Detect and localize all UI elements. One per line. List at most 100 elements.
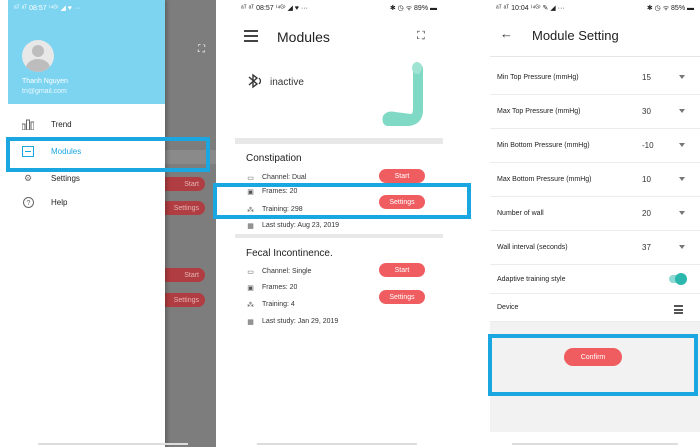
- expand-icon[interactable]: ⛶: [417, 30, 425, 43]
- setting-row[interactable]: Max Top Pressure (mmHg) 30: [490, 96, 700, 129]
- card-divider: [235, 234, 443, 238]
- device-row[interactable]: Device: [490, 294, 700, 322]
- bg-settings-button: Settings: [160, 201, 205, 215]
- menu-icon[interactable]: [244, 30, 258, 45]
- monitor-icon: ▭: [247, 268, 254, 276]
- highlight-modules-menu: [6, 137, 210, 172]
- device-image: [382, 62, 423, 126]
- list-icon[interactable]: [674, 305, 683, 316]
- training-row-2: ⁂ Training: 4: [246, 300, 295, 309]
- phone-screen-drawer: Start Settings Start Settings ⛶ ᵃᵀ ᵃᵀ 08…: [8, 0, 216, 447]
- last-study-text: Last study: Aug 23, 2019: [262, 222, 340, 229]
- settings-button-2[interactable]: Settings: [379, 290, 425, 304]
- setting-value: 37: [642, 243, 651, 252]
- monitor-icon: ▭: [247, 174, 254, 182]
- setting-label: Max Bottom Pressure (mmHg): [497, 176, 592, 183]
- menu-label-settings: Settings: [51, 173, 80, 183]
- device-panel: inactive: [235, 60, 443, 138]
- app-bar: Modules ⛶: [235, 16, 443, 61]
- home-indicator: [38, 443, 188, 445]
- svg-text:?: ?: [26, 200, 30, 207]
- menu-item-trend[interactable]: Trend: [8, 114, 165, 134]
- setting-row[interactable]: Number of wall 20: [490, 198, 700, 231]
- setting-row[interactable]: Min Bottom Pressure (mmHg) -10: [490, 130, 700, 163]
- gear-icon: ⚙: [23, 172, 33, 183]
- last-study-row-2: ▦ Last study: Jan 29, 2019: [246, 317, 338, 326]
- user-name: Thanh Nguyen: [22, 78, 68, 85]
- device-label: Device: [497, 304, 519, 311]
- avatar[interactable]: [22, 40, 54, 72]
- calendar-icon: ▦: [247, 318, 254, 326]
- channel-text-2: Channel: Single: [262, 268, 312, 275]
- bg-start-button: Start: [160, 177, 205, 191]
- training-icon: ⁂: [247, 301, 254, 309]
- setting-value: 10: [642, 175, 651, 184]
- menu-label-help: Help: [51, 197, 68, 207]
- dropdown-caret-icon[interactable]: [679, 109, 685, 113]
- status-left: ᵃᵀ ᵃᵀ 08:57 ⁽⁴ᴳ⁾ ◢ ♥ ···: [14, 5, 81, 12]
- setting-label: Min Top Pressure (mmHg): [497, 74, 579, 81]
- adaptive-training-row: Adaptive training style: [490, 266, 700, 294]
- dropdown-caret-icon[interactable]: [679, 245, 685, 249]
- page-title: Modules: [277, 29, 330, 45]
- navigation-drawer: ᵃᵀ ᵃᵀ 08:57 ⁽⁴ᴳ⁾ ◢ ♥ ··· Thanh Nguyen tn…: [8, 0, 165, 447]
- help-circle-icon: ?: [22, 196, 34, 208]
- module-title-2: Fecal Incontinence.: [246, 248, 333, 259]
- channel-row: ▭ Channel: Dual: [246, 173, 306, 182]
- menu-item-help[interactable]: ? Help: [8, 192, 165, 212]
- setting-value: 15: [642, 73, 651, 82]
- setting-row[interactable]: Wall interval (seconds) 37: [490, 232, 700, 265]
- status-right: ✱ ◷ ᯤ 89% ▬: [389, 4, 437, 12]
- setting-row[interactable]: Max Bottom Pressure (mmHg) 10: [490, 164, 700, 197]
- setting-row[interactable]: Min Top Pressure (mmHg) 15: [490, 62, 700, 95]
- menu-label-trend: Trend: [51, 119, 72, 129]
- dropdown-caret-icon[interactable]: [679, 75, 685, 79]
- start-button-2[interactable]: Start: [379, 263, 425, 277]
- dropdown-caret-icon[interactable]: [679, 143, 685, 147]
- setting-value: 30: [642, 107, 651, 116]
- status-bar: ᵃᵀ ᵃᵀ 10:04 ⁽⁴ᴳ⁾ ✎ ◢ ··· ✱ ◷ ᯤ 85% ▬: [490, 0, 700, 16]
- highlight-confirm: [488, 334, 698, 396]
- last-study-text-2: Last study: Jan 29, 2019: [262, 318, 339, 325]
- home-indicator: [257, 443, 417, 445]
- chart-bars-icon: [22, 118, 34, 130]
- phone-screen-modules: ᵃᵀ ᵃᵀ 08:57 ⁽⁴ᴳ⁾ ◢ ♥ ··· ✱ ◷ ᯤ 89% ▬ Mod…: [235, 0, 443, 447]
- setting-value: 20: [642, 209, 651, 218]
- channel-text: Channel: Dual: [262, 174, 307, 181]
- training-text-2: Training: 4: [262, 301, 295, 308]
- dropdown-caret-icon[interactable]: [679, 177, 685, 181]
- image-icon: ▣: [247, 284, 254, 292]
- adaptive-training-toggle[interactable]: [669, 273, 687, 285]
- dropdown-caret-icon[interactable]: [679, 211, 685, 215]
- status-bar: ᵃᵀ ᵃᵀ 08:57 ⁽⁴ᴳ⁾ ◢ ♥ ··· ✱ ◷ ᯤ 89% ▬: [235, 0, 443, 16]
- last-study-row: ▦ Last study: Aug 23, 2019: [246, 221, 339, 230]
- home-indicator: [512, 443, 678, 445]
- page-title: Module Setting: [532, 28, 619, 43]
- bluetooth-icon: [246, 73, 264, 92]
- calendar-icon: ▦: [247, 222, 254, 230]
- bg-settings-button-2: Settings: [160, 293, 205, 307]
- device-status: inactive: [270, 77, 304, 88]
- expand-icon: ⛶: [198, 44, 205, 55]
- back-arrow-icon[interactable]: ←: [500, 26, 513, 41]
- start-button[interactable]: Start: [379, 169, 425, 183]
- user-email: tn@gmail.com: [22, 88, 67, 95]
- setting-value: -10: [642, 141, 654, 150]
- status-left: ᵃᵀ ᵃᵀ 10:04 ⁽⁴ᴳ⁾ ✎ ◢ ···: [496, 5, 565, 12]
- frames-row-2: ▣ Frames: 20: [246, 283, 297, 292]
- section-divider: [235, 138, 443, 144]
- highlight-settings-row: [213, 183, 471, 219]
- module-title: Constipation: [246, 153, 302, 164]
- status-left: ᵃᵀ ᵃᵀ 08:57 ⁽⁴ᴳ⁾ ◢ ♥ ···: [241, 5, 308, 12]
- setting-label: Min Bottom Pressure (mmHg): [497, 142, 590, 149]
- channel-row-2: ▭ Channel: Single: [246, 267, 311, 276]
- status-bar: ᵃᵀ ᵃᵀ 08:57 ⁽⁴ᴳ⁾ ◢ ♥ ···: [8, 0, 165, 16]
- app-bar: ← Module Setting: [490, 16, 700, 57]
- frames-text-2: Frames: 20: [262, 284, 298, 291]
- status-right: ✱ ◷ ᯤ 85% ▬: [646, 4, 694, 12]
- setting-label: Number of wall: [497, 210, 544, 217]
- setting-label: Wall interval (seconds): [497, 244, 568, 251]
- setting-label: Max Top Pressure (mmHg): [497, 108, 581, 115]
- drawer-header: ᵃᵀ ᵃᵀ 08:57 ⁽⁴ᴳ⁾ ◢ ♥ ··· Thanh Nguyen tn…: [8, 0, 165, 104]
- adaptive-training-label: Adaptive training style: [497, 276, 566, 283]
